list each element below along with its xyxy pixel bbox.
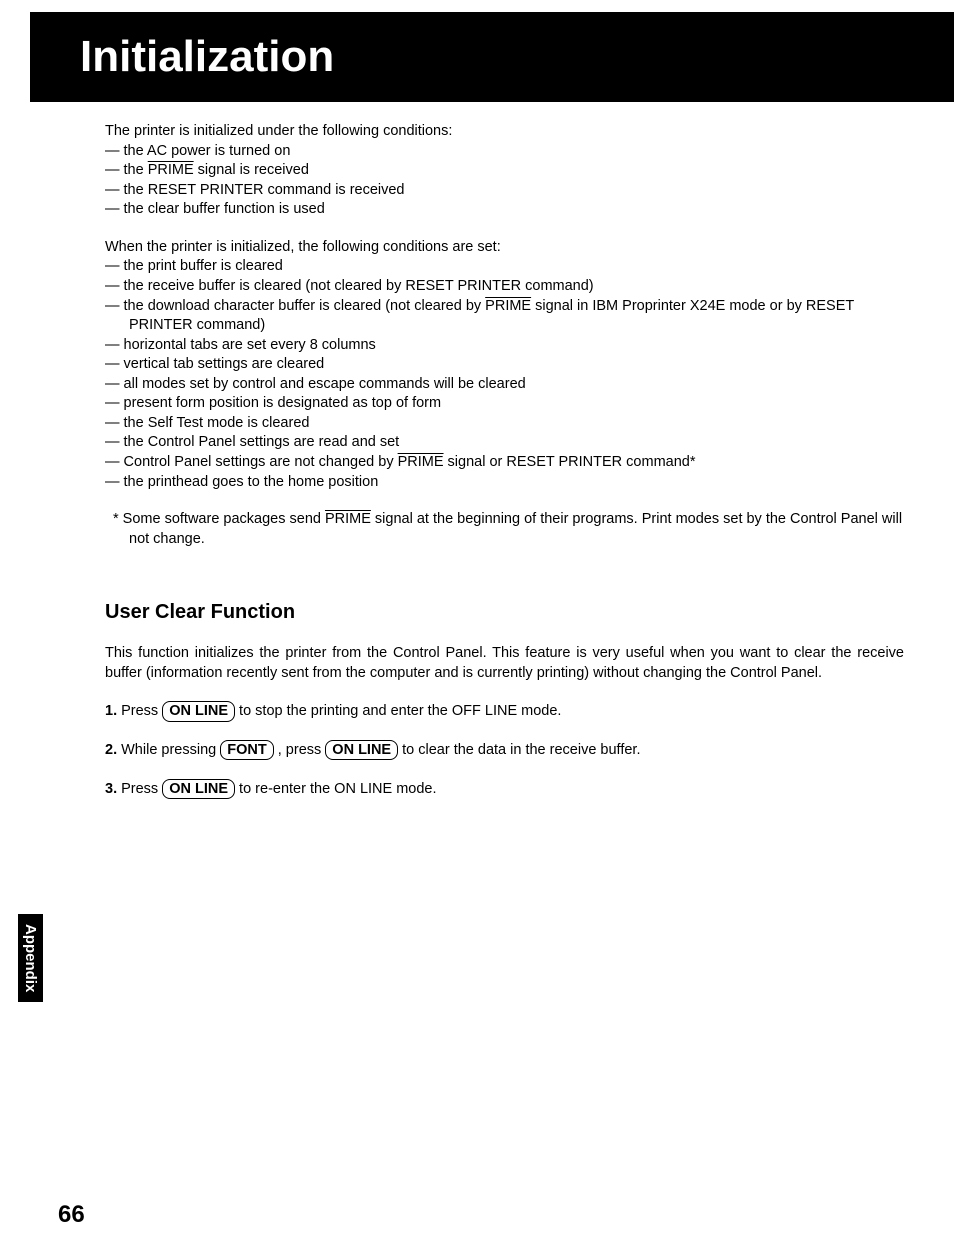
list-item: the Self Test mode is cleared [105, 414, 904, 434]
text: Control Panel settings are not changed b… [124, 454, 398, 470]
list-item: the PRIME signal is received [105, 161, 904, 181]
footnote: * Some software packages send PRIME sign… [105, 510, 904, 549]
text: signal is received [194, 162, 309, 178]
text: While pressing [117, 742, 220, 758]
text: the download character buffer is cleared… [124, 298, 486, 314]
text: to stop the printing and enter the OFF L… [235, 703, 561, 719]
list-item: horizontal tabs are set every 8 columns [105, 336, 904, 356]
step-3: 3. Press ON LINE to re-enter the ON LINE… [105, 779, 904, 800]
list-item: the receive buffer is cleared (not clear… [105, 277, 904, 297]
text: the [124, 162, 148, 178]
appendix-tab: Appendix [18, 914, 43, 1002]
list-item: the AC power is turned on [105, 142, 904, 162]
online-key: ON LINE [325, 740, 398, 760]
asterisk: * [113, 511, 123, 527]
step-1: 1. Press ON LINE to stop the printing an… [105, 701, 904, 722]
step-2: 2. While pressing FONT , press ON LINE t… [105, 740, 904, 761]
prime-signal: PRIME [148, 162, 194, 178]
page-content: The printer is initialized under the fol… [0, 102, 954, 799]
subheading-user-clear: User Clear Function [105, 599, 904, 626]
list-item: all modes set by control and escape comm… [105, 375, 904, 395]
results-list: the print buffer is cleared the receive … [105, 257, 904, 492]
list-item: the print buffer is cleared [105, 257, 904, 277]
list-item: the printhead goes to the home position [105, 473, 904, 493]
user-clear-paragraph: This function initializes the printer fr… [105, 644, 904, 683]
text: , press [274, 742, 326, 758]
text: Some software packages send [123, 511, 325, 527]
prime-signal: PRIME [398, 454, 444, 470]
step-number: 3. [105, 781, 117, 797]
intro-conditions: The printer is initialized under the fol… [105, 122, 904, 142]
step-number: 1. [105, 703, 117, 719]
page-title: Initialization [80, 32, 954, 82]
list-item: the download character buffer is cleared… [105, 297, 904, 336]
page-number: 66 [58, 1201, 85, 1229]
conditions-list: the AC power is turned on the PRIME sign… [105, 142, 904, 220]
list-item: present form position is designated as t… [105, 394, 904, 414]
list-item: Control Panel settings are not changed b… [105, 453, 904, 473]
online-key: ON LINE [162, 701, 235, 721]
text: signal or RESET PRINTER command* [444, 454, 696, 470]
text: Press [117, 703, 162, 719]
list-item: the Control Panel settings are read and … [105, 433, 904, 453]
font-key: FONT [220, 740, 273, 760]
text: Press [117, 781, 162, 797]
text: to re-enter the ON LINE mode. [235, 781, 436, 797]
step-number: 2. [105, 742, 117, 758]
list-item: the clear buffer function is used [105, 200, 904, 220]
list-item: vertical tab settings are cleared [105, 355, 904, 375]
text: to clear the data in the receive buffer. [398, 742, 640, 758]
online-key: ON LINE [162, 779, 235, 799]
list-item: the RESET PRINTER command is received [105, 181, 904, 201]
intro-results: When the printer is initialized, the fol… [105, 238, 904, 258]
prime-signal: PRIME [485, 298, 531, 314]
header-bar: Initialization [0, 12, 954, 102]
prime-signal: PRIME [325, 511, 371, 527]
